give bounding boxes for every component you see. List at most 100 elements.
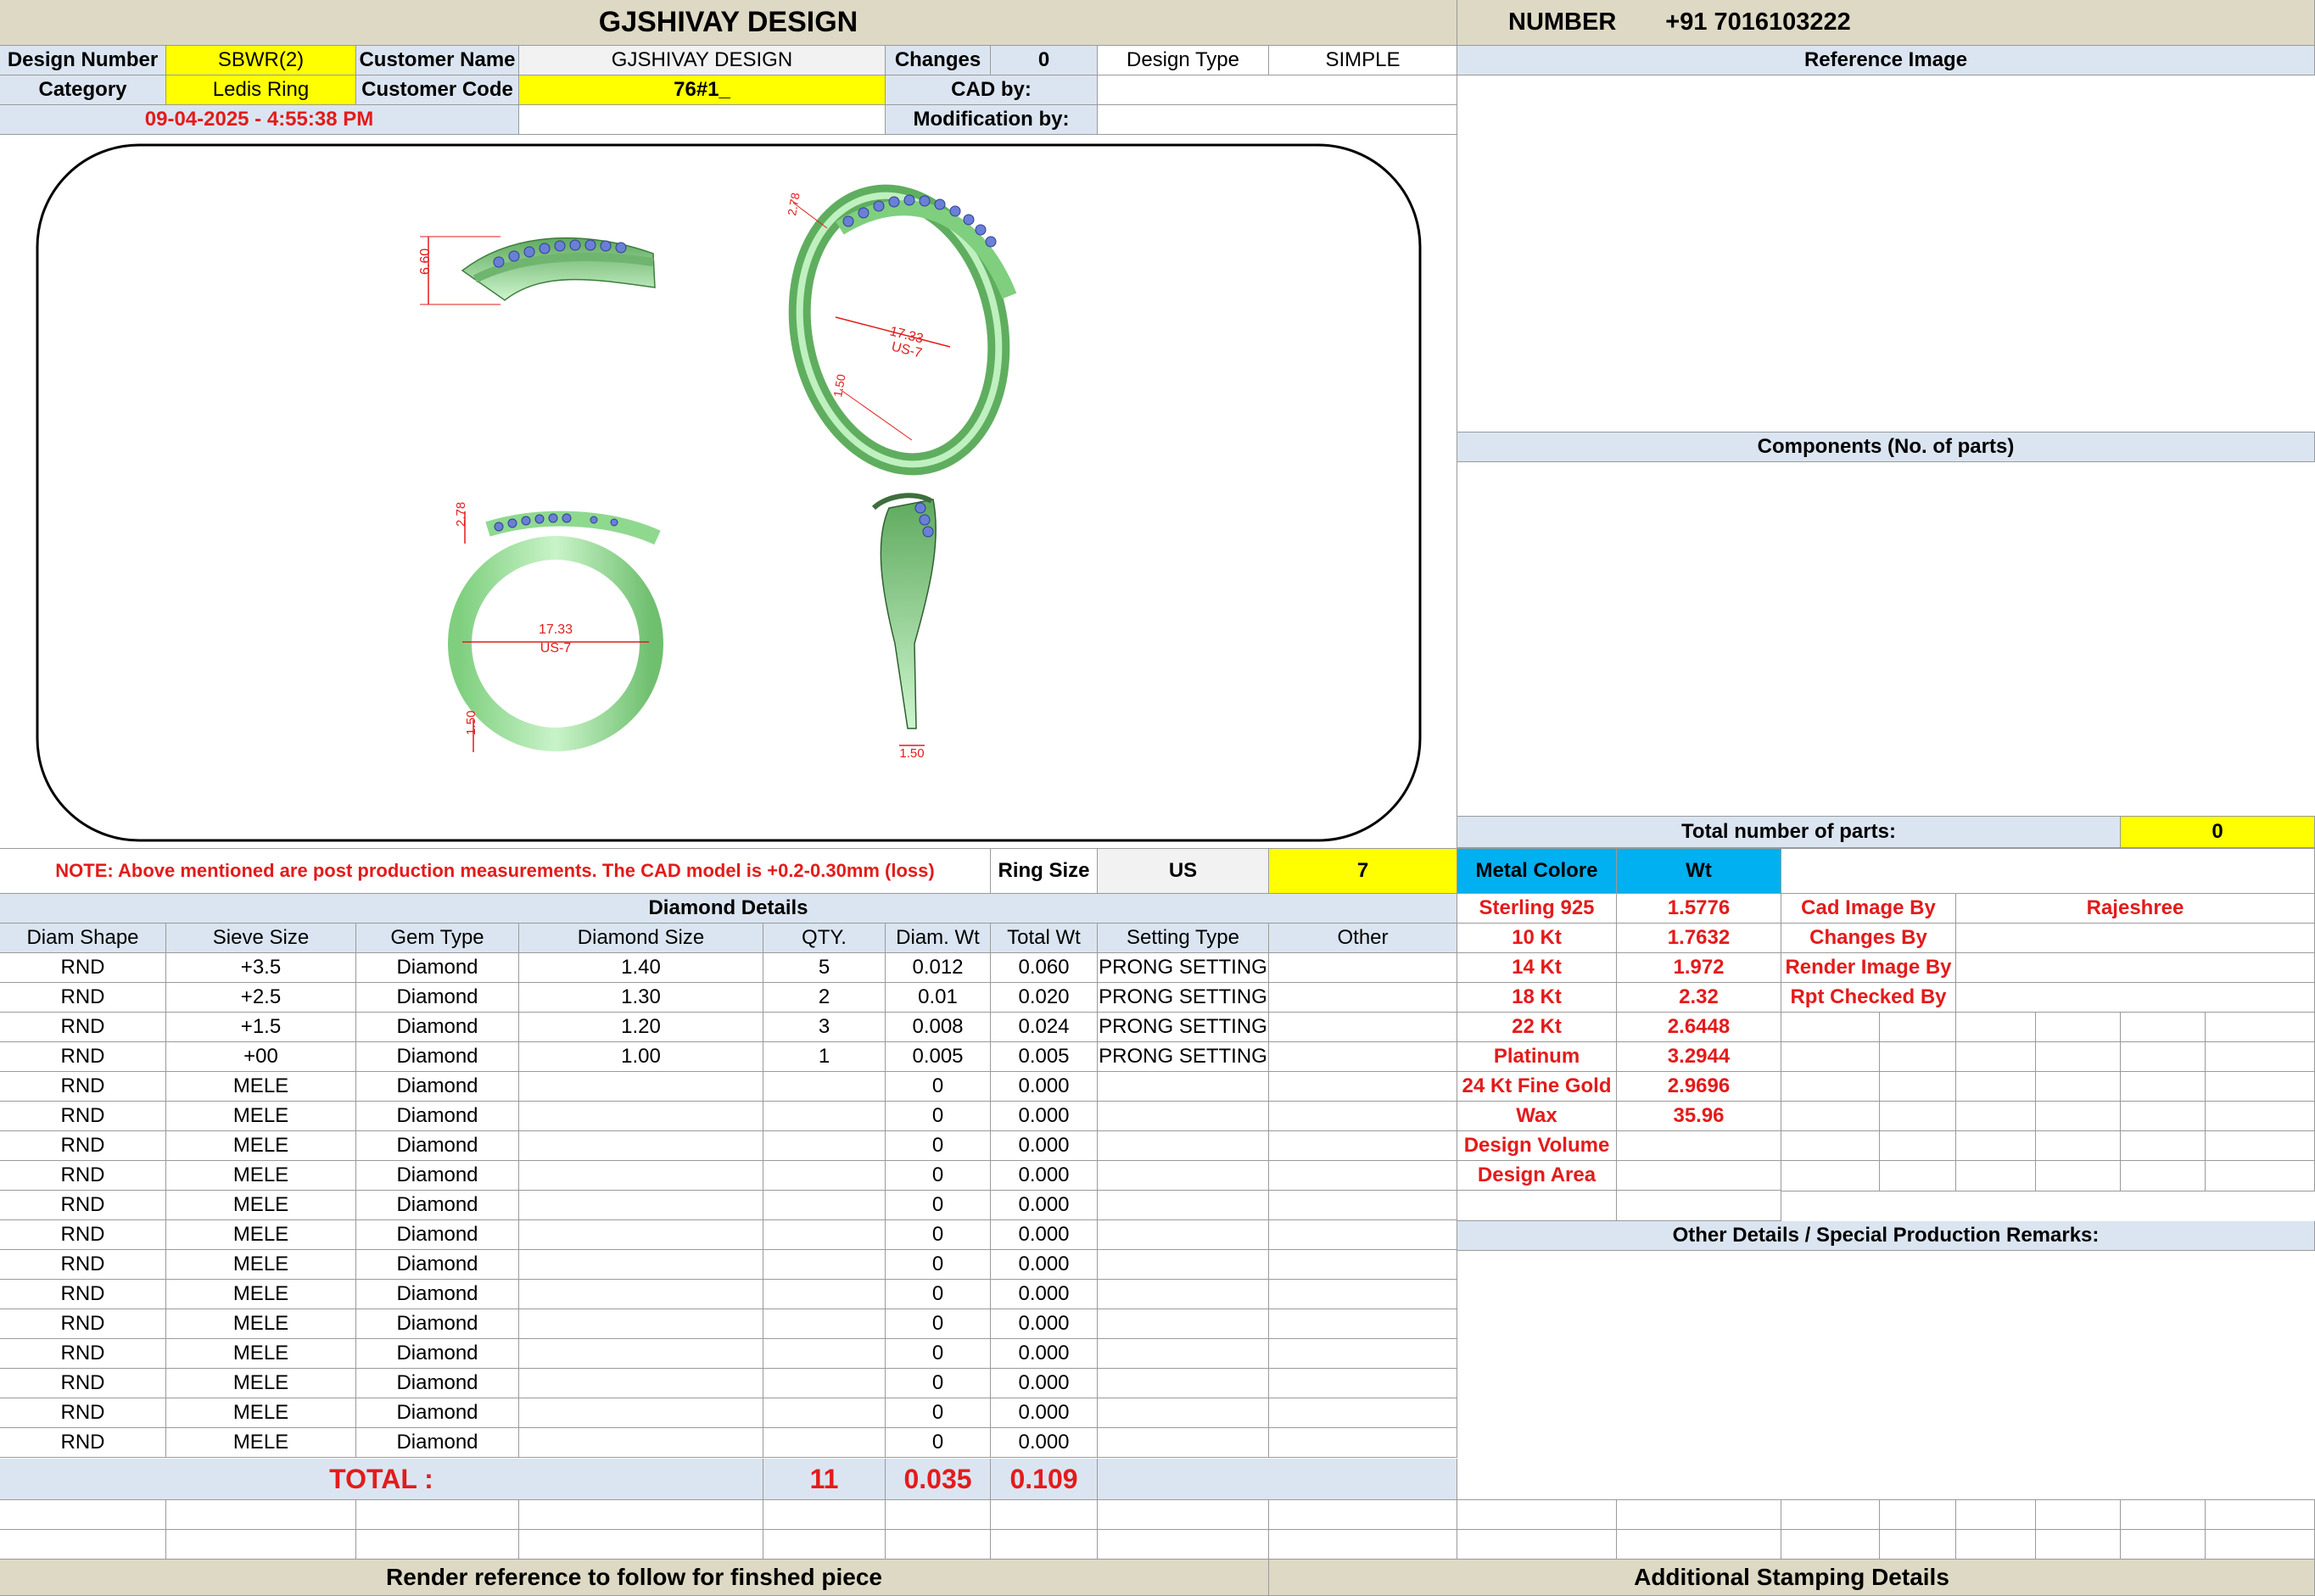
diamond-cell[interactable]: RND: [0, 1309, 166, 1339]
diamond-cell[interactable]: [519, 1161, 763, 1191]
diamond-cell[interactable]: RND: [0, 1250, 166, 1280]
ring-size-unit[interactable]: US: [1098, 848, 1269, 894]
credit-grid-cell[interactable]: [2121, 1072, 2206, 1102]
diamond-cell[interactable]: MELE: [166, 1072, 356, 1102]
credit-grid-cell[interactable]: [2036, 1161, 2121, 1191]
diamond-cell[interactable]: [519, 1220, 763, 1250]
diamond-cell[interactable]: Diamond: [356, 1191, 519, 1220]
blank-cell[interactable]: [166, 1500, 356, 1530]
credit-grid-cell[interactable]: [2206, 1013, 2315, 1042]
blank-cell[interactable]: [1781, 1500, 1880, 1530]
design-number-value[interactable]: SBWR(2): [166, 46, 356, 75]
blank-cell[interactable]: [356, 1530, 519, 1560]
diamond-cell[interactable]: [1098, 1339, 1269, 1369]
credit-grid-cell[interactable]: [1781, 1042, 1880, 1072]
credit-value[interactable]: Rajeshree: [1956, 894, 2315, 924]
credit-grid-cell[interactable]: [2206, 1161, 2315, 1191]
blank-cell[interactable]: [2206, 1500, 2315, 1530]
diamond-cell[interactable]: [1098, 1280, 1269, 1309]
diamond-cell[interactable]: RND: [0, 1280, 166, 1309]
diamond-cell[interactable]: Diamond: [356, 983, 519, 1013]
diamond-cell[interactable]: RND: [0, 1102, 166, 1131]
credit-grid-cell[interactable]: [2121, 1102, 2206, 1131]
blank-cell[interactable]: [1457, 1500, 1617, 1530]
credit-grid-cell[interactable]: [1781, 1013, 1880, 1042]
blank-cell[interactable]: [1269, 1530, 1457, 1560]
blank-cell[interactable]: [763, 1500, 886, 1530]
diamond-cell[interactable]: [1098, 1428, 1269, 1458]
diamond-cell[interactable]: [1098, 1369, 1269, 1398]
diamond-cell[interactable]: [519, 1398, 763, 1428]
credit-value[interactable]: [1956, 924, 2315, 953]
diamond-cell[interactable]: +00: [166, 1042, 356, 1072]
diamond-cell[interactable]: RND: [0, 1072, 166, 1102]
credit-grid-cell[interactable]: [2036, 1102, 2121, 1131]
diamond-cell[interactable]: Diamond: [356, 953, 519, 983]
diamond-cell[interactable]: [1269, 1339, 1457, 1369]
blank-cell[interactable]: [886, 1500, 991, 1530]
category-value[interactable]: Ledis Ring: [166, 75, 356, 105]
diamond-cell[interactable]: 0.000: [991, 1369, 1098, 1398]
diamond-cell[interactable]: [1269, 1191, 1457, 1220]
diamond-cell[interactable]: PRONG SETTING: [1098, 983, 1269, 1013]
diamond-cell[interactable]: [1098, 1161, 1269, 1191]
diamond-cell[interactable]: 1.40: [519, 953, 763, 983]
diamond-cell[interactable]: PRONG SETTING: [1098, 1042, 1269, 1072]
blank-cell[interactable]: [2121, 1500, 2206, 1530]
diamond-cell[interactable]: MELE: [166, 1398, 356, 1428]
blank-cell[interactable]: [166, 1530, 356, 1560]
diamond-cell[interactable]: Diamond: [356, 1280, 519, 1309]
blank-cell[interactable]: [763, 1530, 886, 1560]
diamond-cell[interactable]: [763, 1369, 886, 1398]
diamond-cell[interactable]: 0.020: [991, 983, 1098, 1013]
diamond-cell[interactable]: MELE: [166, 1309, 356, 1339]
diamond-cell[interactable]: [763, 1102, 886, 1131]
credit-grid-cell[interactable]: [2206, 1131, 2315, 1161]
diamond-cell[interactable]: Diamond: [356, 1013, 519, 1042]
credit-grid-cell[interactable]: [2206, 1072, 2315, 1102]
diamond-cell[interactable]: [1098, 1250, 1269, 1280]
diamond-cell[interactable]: 1.30: [519, 983, 763, 1013]
diamond-cell[interactable]: [1098, 1131, 1269, 1161]
diamond-cell[interactable]: RND: [0, 953, 166, 983]
diamond-cell[interactable]: 0: [886, 1072, 991, 1102]
blank-cell[interactable]: [1269, 1500, 1457, 1530]
blank-cell[interactable]: [1880, 1530, 1956, 1560]
blank-cell[interactable]: [519, 1530, 763, 1560]
diamond-cell[interactable]: [763, 1398, 886, 1428]
diamond-cell[interactable]: [763, 1280, 886, 1309]
blank-cell[interactable]: [1956, 1530, 2036, 1560]
diamond-cell[interactable]: [1269, 1161, 1457, 1191]
diamond-cell[interactable]: [1098, 1102, 1269, 1131]
diamond-cell[interactable]: 0: [886, 1428, 991, 1458]
diamond-cell[interactable]: Diamond: [356, 1428, 519, 1458]
credit-grid-cell[interactable]: [1956, 1072, 2036, 1102]
diamond-cell[interactable]: [519, 1339, 763, 1369]
diamond-cell[interactable]: MELE: [166, 1161, 356, 1191]
cad-by-value[interactable]: [1098, 75, 1457, 105]
diamond-cell[interactable]: 0: [886, 1220, 991, 1250]
credit-grid-cell[interactable]: [2036, 1013, 2121, 1042]
diamond-cell[interactable]: MELE: [166, 1339, 356, 1369]
diamond-cell[interactable]: 3: [763, 1013, 886, 1042]
blank-cell[interactable]: [1457, 1530, 1617, 1560]
diamond-cell[interactable]: 1: [763, 1042, 886, 1072]
diamond-cell[interactable]: 0: [886, 1369, 991, 1398]
diamond-cell[interactable]: 0.024: [991, 1013, 1098, 1042]
diamond-cell[interactable]: [1098, 1398, 1269, 1428]
diamond-cell[interactable]: 0: [886, 1102, 991, 1131]
diamond-cell[interactable]: 0.012: [886, 953, 991, 983]
blank-cell[interactable]: [1098, 1530, 1269, 1560]
diamond-cell[interactable]: 0: [886, 1309, 991, 1339]
diamond-cell[interactable]: Diamond: [356, 1072, 519, 1102]
diamond-cell[interactable]: [1269, 1072, 1457, 1102]
credit-grid-cell[interactable]: [2036, 1072, 2121, 1102]
credit-grid-cell[interactable]: [1956, 1131, 2036, 1161]
blank-cell[interactable]: [356, 1500, 519, 1530]
credit-grid-cell[interactable]: [1880, 1161, 1956, 1191]
diamond-cell[interactable]: 0.000: [991, 1309, 1098, 1339]
diamond-cell[interactable]: Diamond: [356, 1161, 519, 1191]
diamond-cell[interactable]: [1269, 983, 1457, 1013]
blank-cell[interactable]: [2036, 1530, 2121, 1560]
diamond-cell[interactable]: [1269, 1250, 1457, 1280]
